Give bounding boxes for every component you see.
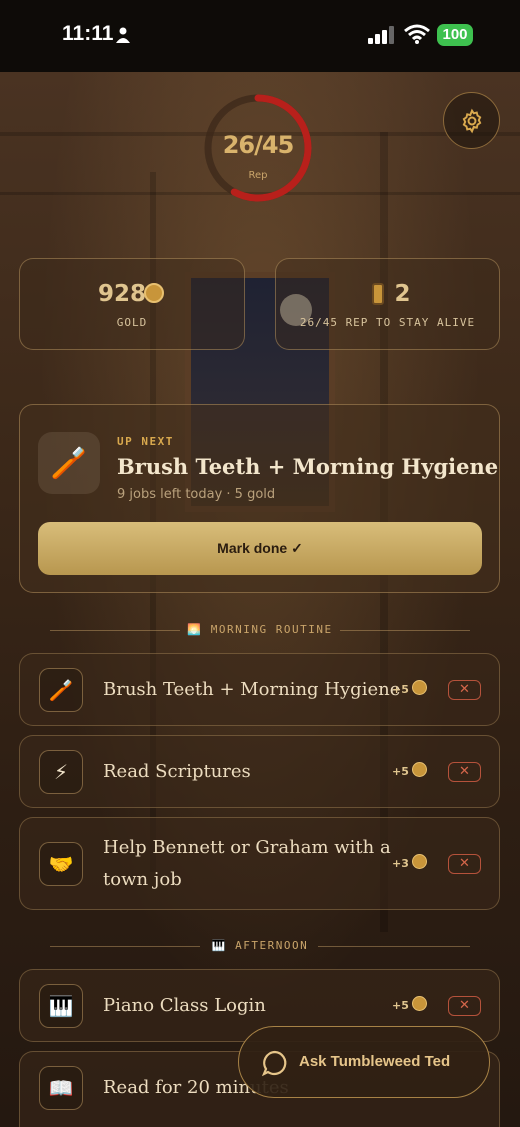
rep-progress-ring: 26/45 Rep bbox=[203, 93, 313, 203]
task-name-line1: Help Bennett or Graham with a bbox=[103, 837, 391, 858]
chat-bubble-icon bbox=[261, 1050, 287, 1077]
section-afternoon: 🎹 AFTERNOON bbox=[0, 937, 520, 957]
remove-task-button[interactable]: ✕ bbox=[448, 854, 481, 874]
ask-tumbleweed-ted-button[interactable]: Ask Tumbleweed Ted bbox=[238, 1026, 490, 1098]
gold-coin-icon bbox=[412, 854, 427, 869]
remove-task-button[interactable]: ✕ bbox=[448, 680, 481, 700]
task-name: Brush Teeth + Morning Hygiene bbox=[103, 679, 401, 700]
cellular-signal-icon bbox=[368, 26, 394, 44]
up-next-title: Brush Teeth + Morning Hygiene bbox=[117, 454, 499, 479]
remove-task-button[interactable]: ✕ bbox=[448, 762, 481, 782]
battery-indicator: 100 bbox=[437, 24, 473, 46]
task-points: +5 bbox=[392, 683, 409, 696]
lives-value: 2 bbox=[394, 281, 411, 307]
task-row[interactable]: 🤝 Help Bennett or Graham with a town job… bbox=[19, 817, 500, 910]
task-row[interactable]: 🪥 Brush Teeth + Morning Hygiene +5 ✕ bbox=[19, 653, 500, 726]
rep-value: 26/45 bbox=[222, 131, 295, 159]
gold-coin-icon bbox=[412, 996, 427, 1011]
gold-coin-icon bbox=[412, 680, 427, 695]
task-points: +5 bbox=[392, 999, 409, 1012]
gold-coin-icon bbox=[412, 762, 427, 777]
remove-task-button[interactable]: ✕ bbox=[448, 996, 481, 1016]
handshake-icon: 🤝 bbox=[39, 842, 83, 886]
clock: 11:11 bbox=[62, 22, 114, 45]
gold-card: 928 GOLD bbox=[19, 258, 245, 350]
task-points: +5 bbox=[392, 765, 409, 778]
task-name-line2: town job bbox=[103, 869, 182, 890]
rep-card: 2 26/45 REP TO STAY ALIVE bbox=[275, 258, 500, 350]
book-icon: 📖 bbox=[39, 1066, 83, 1110]
person-icon bbox=[116, 27, 130, 43]
up-next-subtitle: 9 jobs left today · 5 gold bbox=[117, 487, 276, 502]
ask-label: Ask Tumbleweed Ted bbox=[299, 1053, 451, 1070]
task-name: Piano Class Login bbox=[103, 995, 266, 1016]
wifi-icon bbox=[404, 24, 430, 44]
gold-value: 928 bbox=[97, 281, 146, 307]
toothbrush-icon: 🪥 bbox=[39, 668, 83, 712]
status-bar: 11:11 100 bbox=[0, 0, 520, 72]
mark-done-button[interactable]: Mark done ✓ bbox=[38, 522, 482, 575]
task-points: +3 bbox=[392, 857, 409, 870]
lightning-icon: ⚡ bbox=[39, 750, 83, 794]
gold-label: GOLD bbox=[116, 316, 148, 329]
piano-icon: 🎹 bbox=[39, 984, 83, 1028]
rep-label: Rep bbox=[248, 170, 268, 181]
gear-icon bbox=[462, 108, 481, 133]
task-row[interactable]: ⚡ Read Scriptures +5 ✕ bbox=[19, 735, 500, 808]
section-morning-routine: 🌅 MORNING ROUTINE bbox=[0, 621, 520, 641]
rep-to-stay-alive-label: 26/45 REP TO STAY ALIVE bbox=[299, 316, 476, 329]
settings-button[interactable] bbox=[443, 92, 500, 149]
task-name: Read Scriptures bbox=[103, 761, 251, 782]
toothbrush-icon: 🪥 bbox=[38, 432, 100, 494]
gold-coin-icon bbox=[144, 283, 164, 303]
up-next-eyebrow: UP NEXT bbox=[117, 435, 174, 448]
